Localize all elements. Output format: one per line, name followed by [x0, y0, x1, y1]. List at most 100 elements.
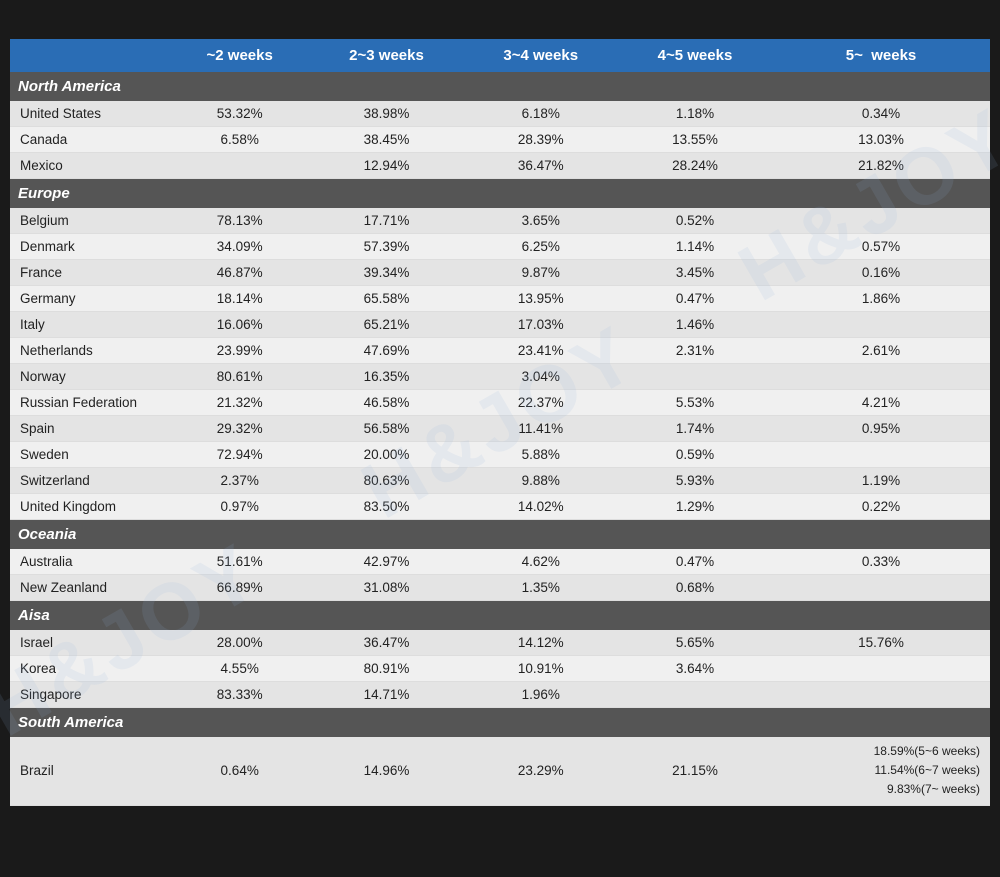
data-cell: 0.16% [772, 260, 990, 286]
data-cell: 5.88% [464, 442, 618, 468]
country-cell: New Zeanland [10, 575, 170, 601]
country-cell: Mexico [10, 153, 170, 179]
data-cell: 51.61% [170, 549, 309, 575]
data-cell: 1.29% [618, 494, 772, 520]
data-cell [772, 364, 990, 390]
data-cell: 9.87% [464, 260, 618, 286]
data-cell: 22.37% [464, 390, 618, 416]
table-row: Netherlands23.99%47.69%23.41%2.31%2.61% [10, 338, 990, 364]
country-cell: Korea [10, 656, 170, 682]
country-cell: Israel [10, 630, 170, 656]
data-cell: 36.47% [309, 630, 463, 656]
table-row: Korea4.55%80.91%10.91%3.64% [10, 656, 990, 682]
table-row: Australia51.61%42.97%4.62%0.47%0.33% [10, 549, 990, 575]
data-cell: 14.71% [309, 682, 463, 708]
data-cell: 0.95% [772, 416, 990, 442]
data-cell: 78.13% [170, 208, 309, 234]
data-cell: 36.47% [464, 153, 618, 179]
data-cell [772, 575, 990, 601]
country-cell: Norway [10, 364, 170, 390]
table-row: Germany18.14%65.58%13.95%0.47%1.86% [10, 286, 990, 312]
title-section [10, 10, 990, 39]
data-cell: 47.69% [309, 338, 463, 364]
data-cell: 21.32% [170, 390, 309, 416]
data-cell: 3.65% [464, 208, 618, 234]
data-cell: 5.65% [618, 630, 772, 656]
data-cell: 31.08% [309, 575, 463, 601]
data-cell: 1.18% [618, 101, 772, 127]
data-cell: 13.95% [464, 286, 618, 312]
col-header-2w: ~2 weeks [170, 39, 309, 72]
data-cell: 18.59%(5~6 weeks)11.54%(6~7 weeks)9.83%(… [772, 737, 990, 805]
data-cell: 1.46% [618, 312, 772, 338]
data-cell: 20.00% [309, 442, 463, 468]
data-cell: 4.21% [772, 390, 990, 416]
data-cell [618, 682, 772, 708]
country-cell: Germany [10, 286, 170, 312]
data-cell: 38.98% [309, 101, 463, 127]
data-cell: 80.91% [309, 656, 463, 682]
data-cell: 21.15% [618, 737, 772, 805]
data-cell: 3.04% [464, 364, 618, 390]
data-cell: 80.61% [170, 364, 309, 390]
data-cell: 0.59% [618, 442, 772, 468]
section-label: North America [10, 72, 990, 101]
table-row: Denmark34.09%57.39%6.25%1.14%0.57% [10, 234, 990, 260]
delivery-table: ~2 weeks 2~3 weeks 3~4 weeks 4~5 weeks 5… [10, 39, 990, 806]
data-cell: 83.33% [170, 682, 309, 708]
data-cell: 1.86% [772, 286, 990, 312]
data-cell: 42.97% [309, 549, 463, 575]
data-cell: 16.35% [309, 364, 463, 390]
col-header-country [10, 39, 170, 72]
data-cell: 0.22% [772, 494, 990, 520]
data-cell: 0.52% [618, 208, 772, 234]
data-cell: 0.57% [772, 234, 990, 260]
country-cell: Singapore [10, 682, 170, 708]
table-row: Sweden72.94%20.00%5.88%0.59% [10, 442, 990, 468]
data-cell: 83.50% [309, 494, 463, 520]
country-cell: Russian Federation [10, 390, 170, 416]
data-cell: 12.94% [309, 153, 463, 179]
table-row: Russian Federation21.32%46.58%22.37%5.53… [10, 390, 990, 416]
data-cell: 46.87% [170, 260, 309, 286]
data-cell: 3.64% [618, 656, 772, 682]
data-cell: 80.63% [309, 468, 463, 494]
country-cell: Canada [10, 127, 170, 153]
data-cell: 1.96% [464, 682, 618, 708]
data-cell: 28.24% [618, 153, 772, 179]
data-cell: 39.34% [309, 260, 463, 286]
country-cell: Belgium [10, 208, 170, 234]
data-cell: 17.71% [309, 208, 463, 234]
data-cell: 66.89% [170, 575, 309, 601]
data-cell: 10.91% [464, 656, 618, 682]
data-cell: 1.35% [464, 575, 618, 601]
data-cell: 53.32% [170, 101, 309, 127]
section-header-europe: Europe [10, 179, 990, 209]
table-row: Norway80.61%16.35%3.04% [10, 364, 990, 390]
table-row: Canada6.58%38.45%28.39%13.55%13.03% [10, 127, 990, 153]
data-cell: 3.45% [618, 260, 772, 286]
section-label: South America [10, 708, 990, 738]
country-cell: Switzerland [10, 468, 170, 494]
data-cell: 14.96% [309, 737, 463, 805]
data-cell: 38.45% [309, 127, 463, 153]
data-cell: 9.88% [464, 468, 618, 494]
data-cell: 11.41% [464, 416, 618, 442]
data-cell: 0.47% [618, 549, 772, 575]
country-cell: Spain [10, 416, 170, 442]
table-row: Brazil0.64%14.96%23.29%21.15%18.59%(5~6 … [10, 737, 990, 805]
section-header-oceania: Oceania [10, 520, 990, 550]
table-body: North AmericaUnited States53.32%38.98%6.… [10, 72, 990, 805]
table-row: Switzerland2.37%80.63%9.88%5.93%1.19% [10, 468, 990, 494]
data-cell: 46.58% [309, 390, 463, 416]
data-cell: 5.93% [618, 468, 772, 494]
data-cell: 4.55% [170, 656, 309, 682]
data-cell: 0.64% [170, 737, 309, 805]
data-cell: 28.39% [464, 127, 618, 153]
table-header-row: ~2 weeks 2~3 weeks 3~4 weeks 4~5 weeks 5… [10, 39, 990, 72]
data-cell: 28.00% [170, 630, 309, 656]
country-cell: Brazil [10, 737, 170, 805]
data-cell: 23.41% [464, 338, 618, 364]
country-cell: Denmark [10, 234, 170, 260]
country-cell: Italy [10, 312, 170, 338]
